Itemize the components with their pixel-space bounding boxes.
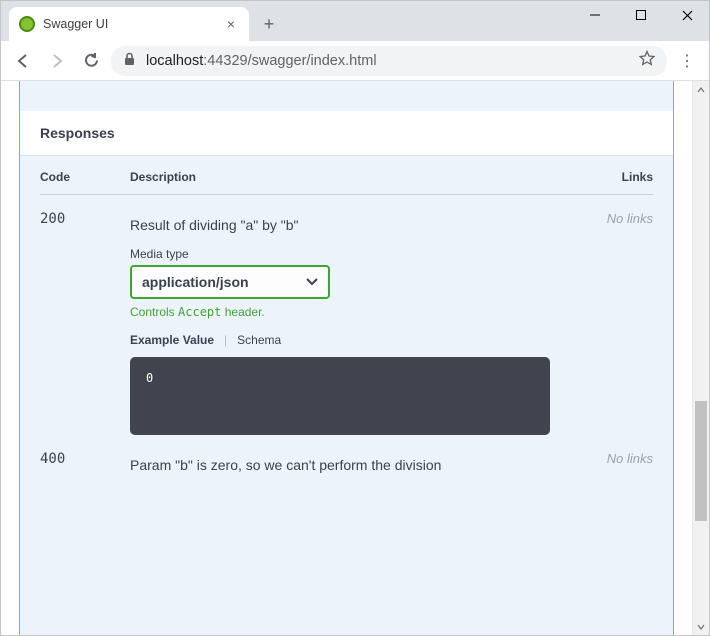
response-description: Result of dividing "a" by "b" Media type…	[130, 211, 583, 435]
bookmark-button[interactable]	[639, 50, 655, 71]
responses-columns: Code Description Links	[40, 170, 653, 195]
response-code: 400	[40, 451, 130, 487]
url-port: :44329	[203, 53, 247, 69]
window-close-button[interactable]	[664, 0, 710, 30]
col-header-code: Code	[40, 170, 130, 184]
maximize-icon	[636, 10, 646, 20]
arrow-right-icon	[48, 52, 66, 70]
scroll-down-button[interactable]	[693, 618, 709, 635]
minimize-icon	[590, 10, 600, 20]
example-schema-tabs: Example Value | Schema	[130, 333, 583, 347]
col-header-description: Description	[130, 170, 583, 184]
response-links: No links	[583, 451, 653, 487]
close-icon	[682, 10, 693, 21]
media-type-select[interactable]: application/json	[130, 265, 330, 299]
media-type-hint: Controls Accept header.	[130, 305, 583, 319]
address-bar: localhost:44329/swagger/index.html ⋮	[1, 41, 709, 81]
tab-title: Swagger UI	[43, 17, 215, 31]
lock-icon	[123, 52, 136, 69]
tab-separator: |	[224, 333, 227, 347]
response-description: Param "b" is zero, so we can't perform t…	[130, 451, 583, 487]
scroll-up-button[interactable]	[693, 81, 709, 98]
back-button[interactable]	[9, 47, 37, 75]
url-path: /swagger/index.html	[248, 53, 377, 69]
forward-button[interactable]	[43, 47, 71, 75]
tab-example-value[interactable]: Example Value	[130, 333, 214, 347]
operation-block: Responses Code Description Links 200 Res…	[19, 81, 674, 635]
reload-icon	[83, 52, 100, 69]
col-header-links: Links	[583, 170, 653, 184]
example-value-box[interactable]: 0	[130, 357, 550, 435]
example-value-text: 0	[146, 371, 153, 385]
response-row: 200 Result of dividing "a" by "b" Media …	[40, 195, 653, 435]
vertical-scrollbar[interactable]	[692, 81, 709, 635]
browser-tab[interactable]: Swagger UI ×	[9, 7, 249, 41]
window-minimize-button[interactable]	[572, 0, 618, 30]
media-type-label: Media type	[130, 247, 583, 261]
url-text: localhost:44329/swagger/index.html	[146, 53, 377, 69]
chevron-down-icon	[306, 275, 318, 289]
arrow-left-icon	[14, 52, 32, 70]
response-row: 400 Param "b" is zero, so we can't perfo…	[40, 435, 653, 487]
responses-table: Code Description Links 200 Result of div…	[20, 156, 673, 507]
response-desc-text: Param "b" is zero, so we can't perform t…	[130, 457, 583, 473]
new-tab-button[interactable]: +	[255, 10, 283, 38]
opblock-spacer	[20, 81, 673, 111]
responses-heading: Responses	[40, 125, 653, 141]
browser-menu-button[interactable]: ⋮	[673, 51, 701, 71]
swagger-page: Responses Code Description Links 200 Res…	[1, 81, 692, 635]
response-code: 200	[40, 211, 130, 435]
scroll-thumb[interactable]	[695, 401, 707, 521]
reload-button[interactable]	[77, 47, 105, 75]
responses-header: Responses	[20, 111, 673, 156]
tab-schema[interactable]: Schema	[237, 333, 281, 347]
star-icon	[639, 50, 655, 66]
media-type-value: application/json	[142, 274, 249, 290]
window-maximize-button[interactable]	[618, 0, 664, 30]
vertical-dots-icon: ⋮	[679, 53, 695, 70]
response-desc-text: Result of dividing "a" by "b"	[130, 217, 583, 233]
response-links: No links	[583, 211, 653, 435]
tab-close-button[interactable]: ×	[223, 16, 239, 32]
chevron-up-icon	[697, 87, 705, 93]
page-viewport: Responses Code Description Links 200 Res…	[1, 81, 709, 635]
url-host: localhost	[146, 53, 203, 69]
browser-window: Swagger UI × + localhost:44329/swagger/i…	[0, 0, 710, 636]
chevron-down-icon	[697, 624, 705, 630]
swagger-favicon-icon	[19, 16, 35, 32]
window-controls	[572, 0, 710, 30]
url-input[interactable]: localhost:44329/swagger/index.html	[111, 46, 667, 76]
